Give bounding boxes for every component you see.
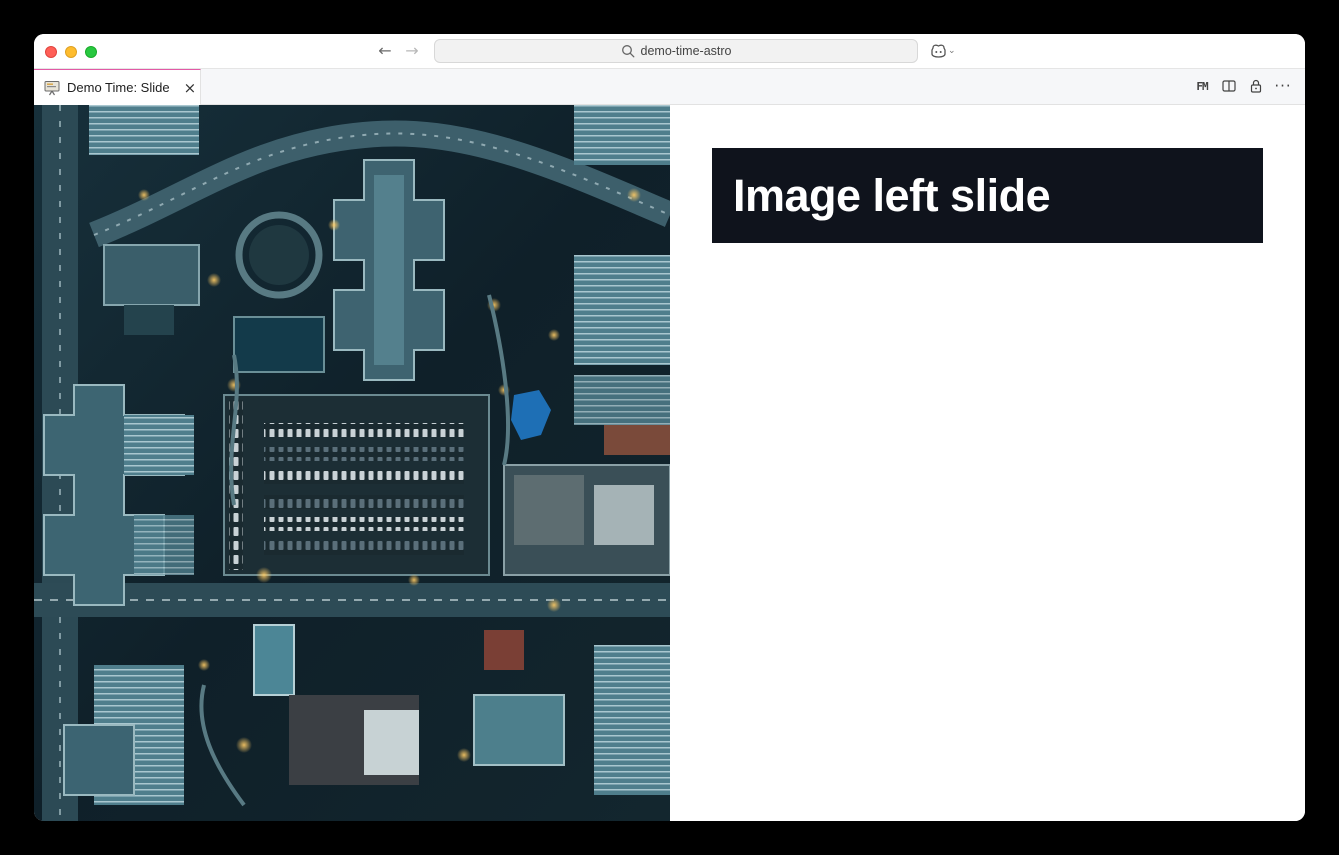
copilot-menu-button[interactable]: ⌄ bbox=[930, 43, 956, 58]
arrow-left-icon: ← bbox=[378, 41, 392, 60]
more-icon[interactable]: ··· bbox=[1274, 78, 1291, 94]
lock-icon[interactable] bbox=[1248, 78, 1264, 94]
split-editor-icon[interactable] bbox=[1221, 78, 1237, 94]
back-button[interactable]: ← bbox=[375, 41, 395, 61]
slide-view: Image left slide bbox=[34, 105, 1305, 821]
address-text: demo-time-astro bbox=[640, 44, 732, 58]
tab-label: Demo Time: Slide bbox=[67, 80, 170, 95]
close-window-button[interactable] bbox=[45, 46, 57, 58]
chevron-down-icon: ⌄ bbox=[948, 45, 956, 56]
arrow-right-icon: → bbox=[405, 41, 419, 60]
aerial-city-parking-lot-image bbox=[34, 105, 670, 821]
address-bar[interactable]: demo-time-astro bbox=[434, 39, 918, 63]
copilot-icon bbox=[931, 44, 946, 58]
tab-demo-time-slide[interactable]: Demo Time: Slide × bbox=[34, 69, 201, 105]
slide-title-box: Image left slide bbox=[712, 148, 1263, 243]
slide-title: Image left slide bbox=[733, 169, 1051, 221]
forward-button[interactable]: → bbox=[402, 41, 422, 61]
demo-time-icon bbox=[44, 80, 60, 95]
close-icon[interactable]: × bbox=[184, 80, 197, 96]
editor-actions: FM ··· bbox=[1194, 78, 1291, 94]
front-matter-icon[interactable]: FM bbox=[1194, 78, 1210, 94]
search-icon bbox=[621, 45, 634, 58]
title-bar: ← → demo-time-astro ⌄ bbox=[34, 34, 1305, 69]
tab-bar: Demo Time: Slide × FM ··· bbox=[34, 69, 1305, 105]
minimize-window-button[interactable] bbox=[65, 46, 77, 58]
browser-window: ← → demo-time-astro ⌄ Demo Time: Slide ×… bbox=[34, 34, 1305, 821]
zoom-window-button[interactable] bbox=[85, 46, 97, 58]
